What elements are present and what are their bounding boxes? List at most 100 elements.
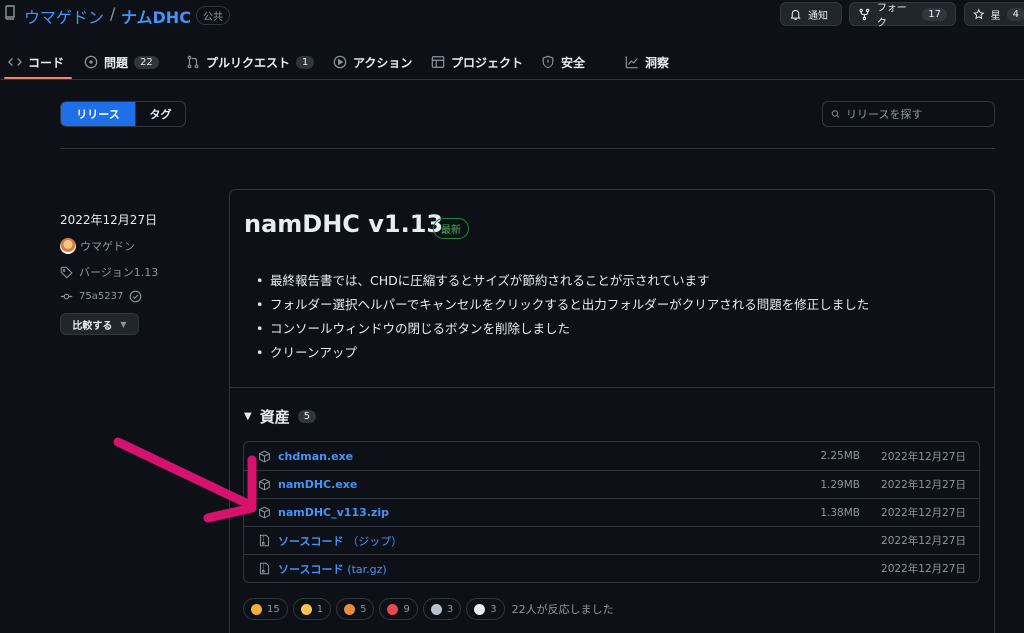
- release-commit-link[interactable]: 75a5237: [60, 290, 142, 303]
- search-icon: [831, 110, 840, 118]
- star-icon: [973, 8, 985, 19]
- commit-hash: 75a5237: [79, 291, 124, 302]
- tab-issues-label: 問題: [104, 55, 129, 70]
- tag-name: バージョン1.13: [79, 266, 159, 279]
- active-tab-indicator: [4, 77, 72, 79]
- thumbs-up-icon: [251, 603, 262, 615]
- caret-down-icon: ▼: [244, 411, 252, 422]
- issue-icon: [84, 55, 98, 69]
- reaction-eyes[interactable]: 3: [466, 598, 505, 620]
- search-input[interactable]: [846, 107, 986, 121]
- tab-issues[interactable]: 問題 22: [84, 44, 159, 80]
- release-note: 最終報告書では、CHDに圧縮するとサイズが節約されることが示されています: [252, 269, 869, 293]
- asset-link-suffix: （ジップ）: [347, 534, 403, 548]
- asset-row: chdman.exe 2.25MB 2022年12月27日: [244, 442, 979, 470]
- repo-nav: コード 問題 22 プルリクエスト 1 アクション プロジェクト 安全 洞察: [0, 44, 1024, 80]
- star-label: 星: [990, 10, 1001, 22]
- assets-label: 資産: [259, 408, 290, 426]
- assets-toggle[interactable]: ▼ 資産 5: [244, 406, 317, 427]
- star-button[interactable]: 星 4: [964, 2, 1024, 26]
- asset-link[interactable]: ソースコード （ジップ）: [278, 533, 402, 549]
- watch-button[interactable]: 通知: [780, 2, 842, 26]
- pull-request-icon: [187, 55, 199, 69]
- asset-link[interactable]: namDHC.exe: [278, 478, 357, 491]
- asset-size: 1.38MB: [820, 506, 860, 519]
- tab-security[interactable]: 安全: [541, 44, 585, 80]
- asset-date: 2022年12月27日: [881, 507, 966, 519]
- asset-link[interactable]: chdman.exe: [278, 450, 353, 463]
- tab-pull-requests[interactable]: プルリクエスト 1: [186, 44, 315, 80]
- asset-row: namDHC.exe 1.29MB 2022年12月27日: [244, 470, 979, 498]
- reaction-count: 1: [316, 603, 324, 615]
- reaction-rocket[interactable]: 3: [422, 598, 462, 620]
- tab-actions[interactable]: アクション: [333, 44, 412, 80]
- annotation-arrow: [113, 437, 257, 523]
- tab-insights[interactable]: 洞察: [625, 44, 669, 80]
- graph-icon: [625, 56, 638, 69]
- compare-button[interactable]: 比較する ▼: [60, 313, 139, 335]
- asset-link-name: ソースコード: [278, 534, 344, 548]
- tab-pull-requests-label: プルリクエスト: [206, 55, 291, 70]
- asset-link[interactable]: namDHC_v113.zip: [278, 506, 389, 519]
- commit-icon: [60, 293, 73, 300]
- asset-date: 2022年12月27日: [881, 563, 966, 575]
- assets-count: 5: [297, 410, 317, 423]
- asset-link[interactable]: ソースコード (tar.gz): [278, 561, 387, 577]
- star-count: 4: [1006, 7, 1024, 21]
- fork-count: 17: [922, 7, 947, 21]
- avatar: [60, 238, 76, 254]
- tab-issues-count: 22: [134, 55, 159, 69]
- check-circle-icon: [129, 290, 142, 303]
- repo-owner-link[interactable]: ウマゲドン: [24, 4, 104, 28]
- tab-pull-requests-count: 1: [296, 55, 315, 69]
- reaction-count: 5: [360, 603, 367, 615]
- table-icon: [431, 56, 445, 68]
- asset-date: 2022年12月27日: [881, 535, 966, 547]
- releases-tab-button[interactable]: リリース: [61, 102, 135, 126]
- fork-label: フォーク: [876, 3, 907, 29]
- reaction-thumbs-up[interactable]: 15: [243, 598, 288, 620]
- fork-icon: [859, 8, 870, 20]
- tab-code[interactable]: コード: [8, 44, 64, 80]
- asset-size: 1.29MB: [820, 478, 860, 491]
- tab-projects[interactable]: プロジェクト: [431, 44, 523, 80]
- tab-code-label: コード: [28, 55, 65, 70]
- release-tag-link[interactable]: バージョン1.13: [60, 264, 158, 280]
- visibility-badge: 公共: [196, 6, 230, 25]
- zip-file-icon: [259, 562, 270, 575]
- fork-button[interactable]: フォーク 17: [849, 2, 956, 29]
- repo-icon: [5, 5, 15, 20]
- reaction-count: 3: [446, 603, 454, 615]
- release-author[interactable]: ウマゲドン: [60, 238, 135, 254]
- release-date: 2022年12月27日: [60, 213, 158, 227]
- reactions-bar: 15 1 5 9 3 3 22人が反応しました: [243, 598, 614, 620]
- release-search: [822, 101, 995, 127]
- rocket-icon: [430, 603, 442, 615]
- reaction-tada[interactable]: 5: [336, 598, 375, 620]
- reaction-laugh[interactable]: 1: [292, 598, 332, 620]
- repo-separator: /: [110, 4, 116, 23]
- release-note: コンソールウィンドウの閉じるボタンを削除しました: [252, 317, 869, 341]
- tag-icon: [60, 266, 73, 279]
- reaction-count: 9: [403, 603, 410, 615]
- chevron-down-icon: ▼: [120, 319, 127, 329]
- repo-name-link[interactable]: ナムDHC: [121, 4, 191, 28]
- reaction-heart[interactable]: 9: [379, 598, 418, 620]
- tags-tab-button[interactable]: タグ: [135, 102, 185, 126]
- code-icon: [8, 58, 22, 66]
- shield-icon: [542, 55, 554, 69]
- release-title[interactable]: namDHC v1.13: [244, 210, 443, 238]
- release-note: フォルダー選択ヘルパーでキャンセルをクリックすると出力フォルダーがクリアされる問…: [252, 293, 869, 317]
- latest-badge: 最新: [433, 218, 469, 239]
- tab-security-label: 安全: [561, 55, 586, 70]
- tab-projects-label: プロジェクト: [451, 55, 524, 70]
- author-name: ウマゲドン: [80, 240, 135, 253]
- card-divider: [230, 387, 994, 388]
- asset-link-name: ソースコード: [278, 562, 344, 576]
- play-icon: [333, 55, 347, 69]
- releases-tags-toggle: リリース タグ: [60, 101, 186, 127]
- reaction-count: 3: [490, 603, 497, 615]
- heart-icon: [387, 603, 399, 615]
- asset-size: 2.25MB: [820, 450, 860, 462]
- laugh-icon: [300, 603, 312, 615]
